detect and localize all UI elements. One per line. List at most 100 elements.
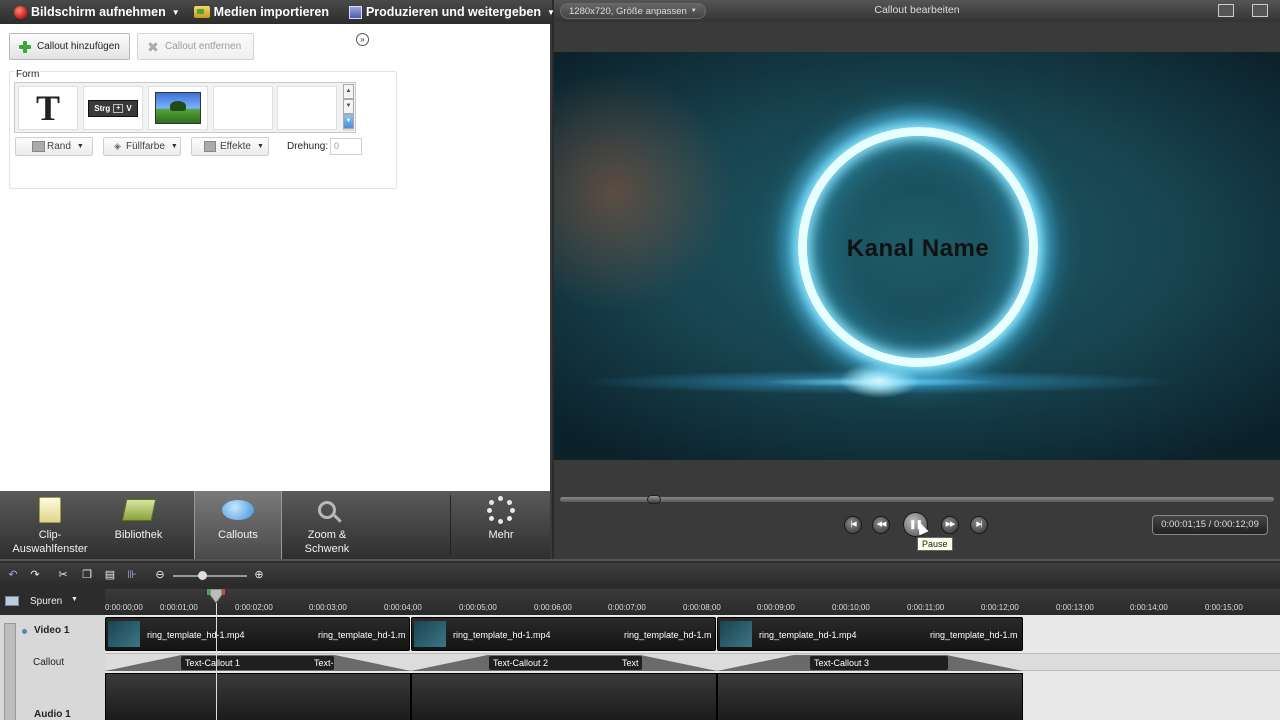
gallery-scrollbar[interactable]: ▲ ▼ ▼ [343,84,354,131]
tab-more-label: Mehr [488,529,514,541]
undo-icon[interactable]: ↶ [6,569,20,581]
split-icon[interactable]: ⊪ [125,569,139,581]
scrubber-handle[interactable] [647,495,661,504]
chevron-down-icon: ▼ [256,143,264,150]
record-screen-label: Bildschirm aufnehmen [31,5,166,19]
shape-empty[interactable] [277,86,337,130]
library-icon [121,499,156,521]
audio-clip[interactable] [717,673,1023,720]
record-icon [14,5,27,19]
zoom-in-icon[interactable]: ⊕ [252,569,266,581]
redo-icon[interactable]: ↷ [28,569,42,581]
shape-text[interactable]: T [18,86,78,130]
shape-empty[interactable] [213,86,273,130]
fill-color-dropdown[interactable]: ◈ Füllfarbe ▼ [103,137,181,156]
fast-forward-button[interactable]: ▶▶ [941,516,959,534]
key-label: V [126,103,132,113]
main-menubar: Bildschirm aufnehmen ▼ Medien importiere… [0,0,578,24]
video-canvas[interactable]: Kanal Name [554,52,1280,460]
ruler-tick-label: 0:00:10;00 [832,603,870,612]
playback-scrubber[interactable] [560,497,1274,502]
zoom-out-icon[interactable]: ⊖ [153,569,167,581]
ruler-tick-label: 0:00:00;00 [105,603,143,612]
text-shape-icon: T [35,88,60,128]
ruler-tick-label: 0:00:12;00 [981,603,1019,612]
chevron-down-icon: ▼ [76,143,84,150]
skip-forward-button[interactable]: ▶| [970,516,988,534]
rotation-label: Drehung: [287,141,329,152]
clip-name: ring_template_hd-1.mp4 [759,630,857,640]
plus-icon [18,40,32,54]
callout-clip-name: Text-Callout 1 [185,658,241,668]
callout-clip-tail: Text- [314,658,334,668]
zoom-slider-knob[interactable] [198,571,207,580]
ruler-tick-label: 0:00:04;00 [384,603,422,612]
tab-library[interactable]: Bibliothek [100,491,177,559]
tracks-header: Spuren ▼ [0,589,105,615]
produce-icon [348,5,362,19]
paste-icon[interactable]: ▤ [103,569,117,581]
record-screen-menu[interactable]: Bildschirm aufnehmen ▼ [0,0,186,24]
time-ruler[interactable]: 0:00:00;00 0:00:01;00 0:00:02;00 0:00:03… [105,589,1280,615]
copy-icon[interactable]: ❐ [80,569,94,581]
video-clip[interactable]: ring_template_hd-1.mp4 ring_template_hd-… [717,617,1023,651]
clip-thumbnail [108,621,140,647]
track-labels: Video 1 Callout Audio 1 [0,615,105,720]
import-media-menu[interactable]: Medien importieren [186,0,335,24]
callout-clip[interactable]: Text-Callout 1 Text- [181,656,334,670]
audio-clip[interactable] [105,673,411,720]
rewind-button[interactable]: ◀◀ [872,516,890,534]
tab-more[interactable]: Mehr [451,491,551,559]
add-callout-button[interactable]: Callout hinzufügen [9,33,130,60]
skip-back-button[interactable]: |◀ [844,516,862,534]
paint-bucket-icon: ◈ [114,141,121,151]
playhead-handle[interactable] [207,589,225,603]
tab-callouts[interactable]: Callouts [194,491,282,559]
ruler-tick-label: 0:00:11;00 [907,603,945,612]
clip-thumbnail [414,621,446,647]
collapse-chevron-icon[interactable]: » [356,33,369,46]
effects-dropdown[interactable]: Effekte ▼ [191,137,269,156]
expand-gallery-icon[interactable]: ▼ [343,114,354,129]
video-clip[interactable]: ring_template_hd-1.mp4 ring_template_hd-… [105,617,410,651]
callout-clip[interactable]: Text-Callout 3 [810,656,948,670]
tracks-label[interactable]: Spuren [30,596,62,607]
track-lock-strip[interactable] [4,623,16,720]
border-label: Rand [47,141,71,152]
shape-image[interactable] [148,86,208,130]
time-display: 0:00:01;15 / 0:00:12;09 [1152,515,1268,535]
audio-clip[interactable] [411,673,717,720]
tab-clip-bin[interactable]: Clip- Auswahlfenster [0,491,100,559]
callout-clip[interactable]: Text-Callout 2 Text [489,656,642,670]
tab-zoom-pan[interactable]: Zoom & Schwenk [282,491,372,559]
rotation-input[interactable]: 0 [330,138,362,155]
pen-icon [32,141,45,152]
tracks-icon [5,596,19,606]
shape-keystroke[interactable]: Strg + V [83,86,143,130]
callout-text[interactable]: Kanal Name [554,235,1280,263]
track-area[interactable]: ring_template_hd-1.mp4 ring_template_hd-… [105,615,1280,720]
image-shape-icon [155,92,201,124]
zoom-slider[interactable] [173,575,247,577]
remove-callout-button[interactable]: ✖ Callout entfernen [137,33,254,60]
produce-share-menu[interactable]: Produzieren und weitergeben ▼ [335,0,561,24]
ruler-tick-label: 0:00:01;00 [160,603,198,612]
border-dropdown[interactable]: Rand ▼ [15,137,93,156]
video-clip[interactable]: ring_template_hd-1.mp4 ring_template_hd-… [411,617,716,651]
ruler-tick-label: 0:00:06;00 [534,603,572,612]
tab-library-label: Bibliothek [114,529,163,541]
fullscreen-icon[interactable] [1218,4,1234,17]
clip-name: ring_template_hd-1.mp4 [453,630,551,640]
timeline-toolbar: ↶ ↷ ✂ ❐ ▤ ⊪ ⊖ ⊕ [0,563,1280,587]
ruler-tick-label: 0:00:15;00 [1205,603,1243,612]
ruler-tick-label: 0:00:02;00 [235,603,273,612]
scroll-down-icon[interactable]: ▼ [343,99,354,114]
scroll-up-icon[interactable]: ▲ [343,84,354,99]
close-icon: ✖ [147,38,159,55]
clip-thumbnail [720,621,752,647]
cut-icon[interactable]: ✂ [56,569,70,581]
callout-properties-panel: Callout hinzufügen ✖ Callout entfernen »… [0,24,552,491]
chevron-down-icon[interactable]: ▼ [71,596,78,603]
import-media-label: Medien importieren [213,5,329,19]
detach-preview-icon[interactable] [1252,4,1268,17]
